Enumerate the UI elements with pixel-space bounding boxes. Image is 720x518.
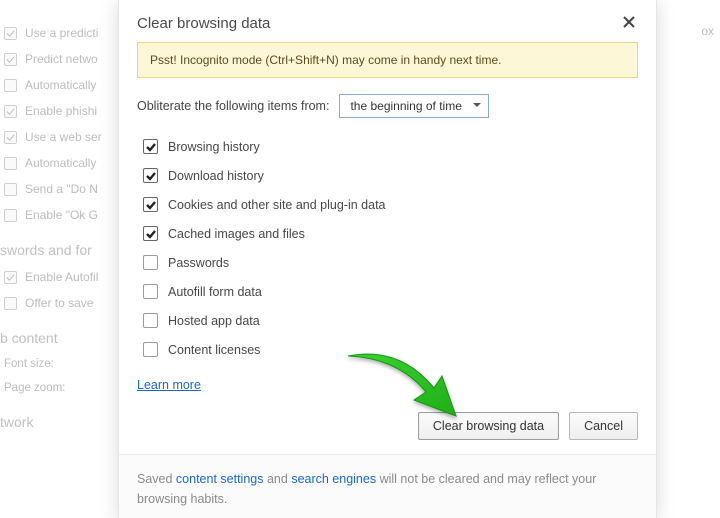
- footer-text-pre: Saved: [137, 472, 176, 486]
- checkbox: [4, 27, 17, 40]
- option-checkbox[interactable]: [143, 284, 158, 299]
- option-checkbox[interactable]: [143, 139, 158, 154]
- options-list: Browsing history Download history Cookies …: [137, 132, 638, 364]
- checkbox: [4, 131, 17, 144]
- option-label: Browsing history: [168, 140, 260, 154]
- option-row: Hosted app data: [143, 306, 638, 335]
- checkbox: [4, 183, 17, 196]
- dialog-actions: Clear browsing data Cancel: [119, 402, 656, 454]
- option-row: Passwords: [143, 248, 638, 277]
- checkbox: [4, 209, 17, 222]
- option-label: Hosted app data: [168, 314, 260, 328]
- obliterate-row: Obliterate the following items from: the…: [137, 94, 638, 118]
- learn-more-link[interactable]: Learn more: [137, 378, 201, 392]
- bg-setting-label: Automatically: [25, 156, 96, 170]
- dialog-title: Clear browsing data: [137, 15, 270, 32]
- option-checkbox[interactable]: [143, 197, 158, 212]
- option-checkbox[interactable]: [143, 226, 158, 241]
- checkbox: [4, 53, 17, 66]
- close-button[interactable]: [620, 14, 638, 32]
- option-checkbox[interactable]: [143, 342, 158, 357]
- option-label: Download history: [168, 169, 264, 183]
- obliterate-label: Obliterate the following items from:: [137, 99, 329, 113]
- clear-browsing-data-button[interactable]: Clear browsing data: [418, 412, 559, 440]
- chevron-down-icon: [472, 99, 482, 113]
- bg-setting-label: Automatically: [25, 78, 96, 92]
- option-checkbox[interactable]: [143, 255, 158, 270]
- checkbox: [4, 297, 17, 310]
- option-row: Download history: [143, 161, 638, 190]
- dialog-header: Clear browsing data: [119, 0, 656, 42]
- bg-setting-label: Enable Autofil: [25, 270, 98, 284]
- content-settings-link[interactable]: content settings: [176, 472, 264, 486]
- close-icon: [623, 16, 635, 31]
- option-label: Cookies and other site and plug-in data: [168, 198, 386, 212]
- option-label: Autofill form data: [168, 285, 262, 299]
- clear-browsing-data-dialog: Clear browsing data Psst! Incognito mode…: [118, 0, 657, 518]
- dialog-footer: Saved content settings and search engine…: [119, 454, 656, 518]
- option-label: Cached images and files: [168, 227, 305, 241]
- option-row: Content licenses: [143, 335, 638, 364]
- bg-setting-label: Send a "Do N: [25, 182, 98, 196]
- search-engines-link[interactable]: search engines: [291, 472, 376, 486]
- option-label: Passwords: [168, 256, 229, 270]
- cancel-button[interactable]: Cancel: [569, 412, 638, 440]
- bg-setting-label: Use a predicti: [25, 26, 98, 40]
- time-range-value: the beginning of time: [350, 99, 461, 113]
- bg-setting-label: Use a web ser: [25, 130, 102, 144]
- option-checkbox[interactable]: [143, 313, 158, 328]
- checkbox: [4, 79, 17, 92]
- bg-setting-label: Offer to save: [25, 296, 93, 310]
- clipped-text: ox: [701, 24, 714, 38]
- bg-setting-label: Predict netwo: [25, 52, 98, 66]
- option-row: Cookies and other site and plug-in data: [143, 190, 638, 219]
- option-row: Autofill form data: [143, 277, 638, 306]
- checkbox: [4, 157, 17, 170]
- time-range-select[interactable]: the beginning of time: [339, 94, 489, 118]
- bg-setting-label: Enable "Ok G: [25, 208, 98, 222]
- option-checkbox[interactable]: [143, 168, 158, 183]
- bg-setting-label: Enable phishi: [25, 104, 97, 118]
- option-row: Browsing history: [143, 132, 638, 161]
- checkbox: [4, 105, 17, 118]
- checkbox: [4, 271, 17, 284]
- option-label: Content licenses: [168, 343, 260, 357]
- option-row: Cached images and files: [143, 219, 638, 248]
- footer-text-mid: and: [267, 472, 291, 486]
- incognito-tip: Psst! Incognito mode (Ctrl+Shift+N) may …: [137, 42, 638, 78]
